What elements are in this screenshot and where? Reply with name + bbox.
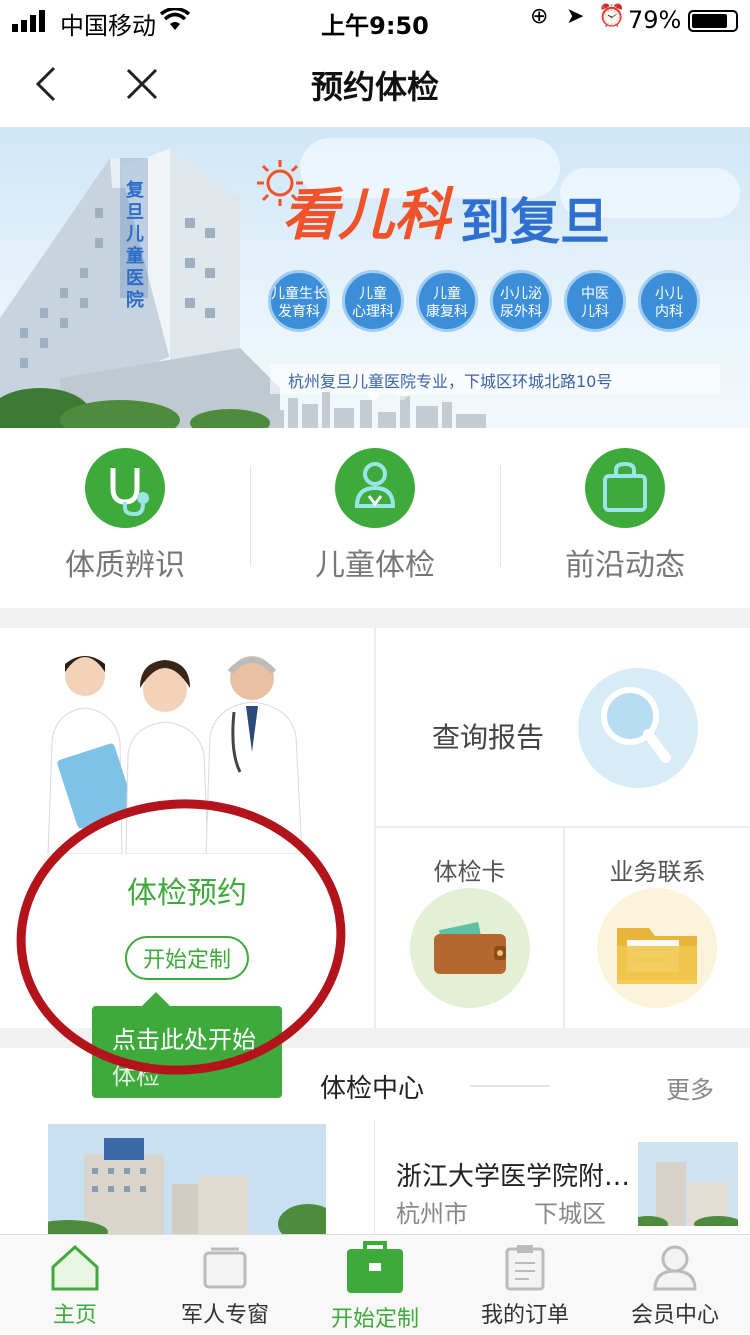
status-bar: 中国移动 上午9:50 ⊕ ➤ ⏰ 79% [0, 0, 750, 40]
tab-label: 开始定制 [330, 1307, 419, 1332]
carousel-dot-2[interactable] [396, 388, 408, 400]
tab-label: 会员中心 [630, 1303, 719, 1328]
checkup-card-label: 体检卡 [433, 858, 506, 886]
annotation-circle [16, 799, 346, 1075]
building-sign: 复旦儿童医院 [126, 180, 144, 311]
page-title: 预约体检 [310, 68, 439, 106]
tag-growth: 儿童生长 发育科 [268, 270, 330, 332]
banner-headline-2: 到复旦 [460, 193, 610, 251]
navigation-bar: 预约体检 [0, 40, 750, 128]
quick-item-child-checkup[interactable]: 儿童体检 [250, 448, 500, 598]
query-report-card[interactable]: 查询报告 [376, 628, 750, 826]
user-icon [653, 1245, 697, 1291]
folder-icon [597, 888, 717, 1008]
stethoscope-icon [85, 448, 165, 528]
quick-label: 儿童体检 [315, 548, 435, 583]
tab-military[interactable]: 军人专窗 [150, 1235, 300, 1335]
skyline-image [270, 392, 486, 428]
banner-address: 杭州复旦儿童医院专业，下城区环城北路10号 [288, 372, 613, 391]
tag-urology: 小儿泌 尿外科 [490, 270, 552, 332]
hospital-district: 下城区 [534, 1200, 606, 1228]
tab-label: 我的订单 [480, 1303, 569, 1328]
quick-item-constitution[interactable]: 体质辨识 [0, 448, 250, 598]
quick-label: 体质辨识 [65, 548, 185, 583]
magnifier-icon [578, 668, 698, 788]
tab-orders[interactable]: 我的订单 [450, 1235, 600, 1335]
tag-rehab: 儿童 康复科 [416, 270, 478, 332]
tab-label: 军人专窗 [180, 1303, 269, 1328]
hospital-name[interactable]: 浙江大学医学院附… [396, 1156, 630, 1193]
business-contact-item[interactable]: 业务联系 [565, 828, 750, 1028]
tab-bar: 主页 军人专窗 开始定制 我的订单 会员中心 [0, 1234, 750, 1334]
lock-rotation-icon: ⊕ [530, 4, 549, 29]
hospital-banner[interactable]: 复旦儿童医院 看儿科 到复旦 儿童生长 发育科 儿童 心理科 儿童 康复科 小儿泌 尿外… [0, 128, 750, 428]
home-icon [51, 1244, 99, 1291]
query-report-label: 查询报告 [432, 721, 545, 754]
bag-icon [585, 448, 665, 528]
child-icon [335, 448, 415, 528]
briefcase-icon [347, 1241, 403, 1293]
battery-icon [688, 10, 738, 32]
tab-member[interactable]: 会员中心 [600, 1235, 750, 1335]
hospital-thumbnail[interactable] [638, 1142, 738, 1226]
tab-home[interactable]: 主页 [0, 1235, 150, 1335]
window-icon [203, 1247, 247, 1289]
business-contact-label: 业务联系 [609, 858, 706, 886]
banner-headline-1: 看儿科 [282, 183, 450, 248]
carousel-dot-1[interactable] [368, 388, 380, 400]
tab-label: 主页 [52, 1303, 97, 1328]
quick-label: 前沿动态 [565, 548, 685, 583]
clipboard-icon [505, 1245, 545, 1291]
wallet-icon [410, 888, 530, 1008]
tab-customize[interactable]: 开始定制 [300, 1235, 450, 1335]
battery-percent: 79% [628, 6, 682, 34]
alarm-icon: ⏰ [598, 4, 626, 29]
hospital-city: 杭州市 [396, 1200, 468, 1228]
checkup-card-item[interactable]: 体检卡 [376, 828, 563, 1028]
location-icon: ➤ [566, 4, 585, 29]
tag-psychology: 儿童 心理科 [342, 270, 404, 332]
tag-internal: 小儿 内科 [638, 270, 700, 332]
featured-hospital-image[interactable] [48, 1124, 326, 1234]
quick-menu: 体质辨识 儿童体检 前沿动态 [0, 428, 750, 608]
more-link[interactable]: 更多 [666, 1070, 714, 1105]
quick-item-news[interactable]: 前沿动态 [500, 448, 750, 598]
tag-tcm: 中医 儿科 [564, 270, 626, 332]
